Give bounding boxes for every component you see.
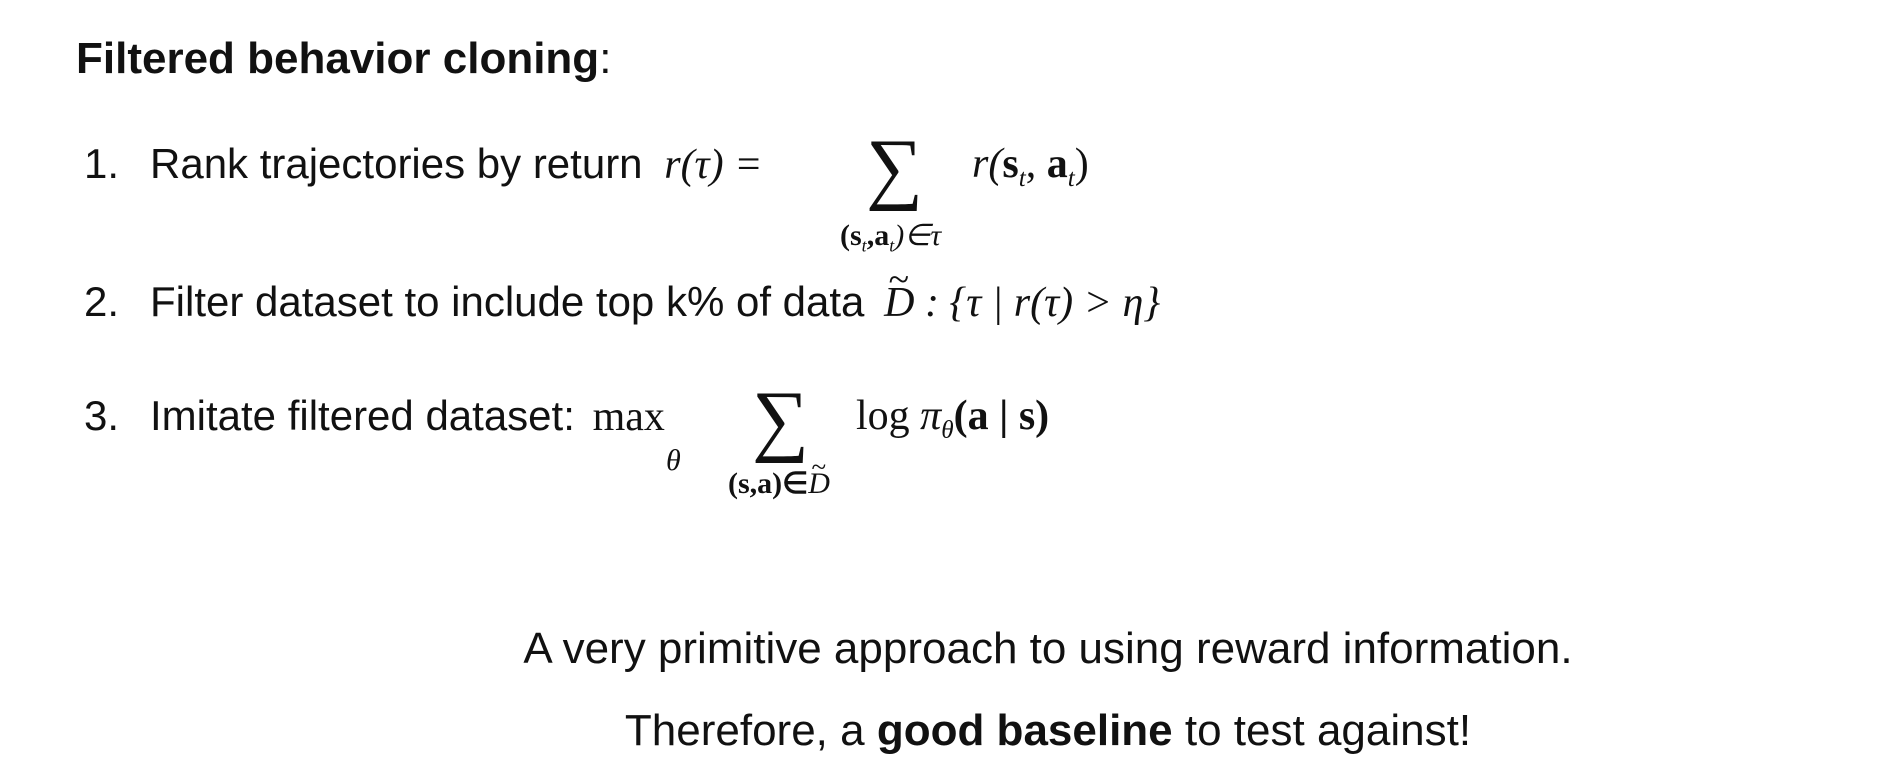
heading-colon: :	[599, 34, 612, 83]
list-item-3: 3. Imitate filtered dataset: max	[84, 392, 665, 441]
item-text: Imitate filtered dataset:	[150, 392, 575, 439]
max-subscript: θ	[666, 444, 681, 477]
item-text: Filter dataset to include top k% of data	[150, 278, 865, 325]
list-item-1: 1. Rank trajectories by return r(τ) =	[84, 140, 762, 189]
item-number: 1.	[84, 140, 120, 187]
item-number: 3.	[84, 392, 120, 439]
note-line-1: A very primitive approach to using rewar…	[523, 624, 1573, 673]
note-line-2: Therefore, a good baseline to test again…	[624, 706, 1472, 755]
slide: Filtered behavior cloning: 1. Rank trajec…	[0, 0, 1894, 778]
sum-limit-1: (st,at)∈τ	[840, 219, 942, 256]
heading-bold: Filtered behavior cloning	[76, 34, 600, 83]
item-text: Rank trajectories by return	[150, 140, 643, 187]
log-policy: log πθ(a | s)	[856, 393, 1050, 444]
sum-symbol-1: ∑	[866, 124, 924, 212]
item-number: 2.	[84, 278, 120, 325]
return-lhs: r(τ) =	[664, 142, 763, 188]
sum-term-1: r(st, at)	[972, 141, 1089, 192]
sum-symbol-3: ∑	[752, 376, 810, 464]
sum-limit-3: (s,a)∈D	[728, 452, 830, 501]
max-operator: max	[592, 394, 665, 440]
emphasis-good-baseline: good baseline	[876, 706, 1173, 755]
slide-heading: Filtered behavior cloning:	[76, 34, 611, 84]
list-item-2: 2. Filter dataset to include top k% of da…	[84, 258, 1160, 327]
filter-set-math: D : {τ | r(τ) > η}	[884, 258, 1160, 326]
